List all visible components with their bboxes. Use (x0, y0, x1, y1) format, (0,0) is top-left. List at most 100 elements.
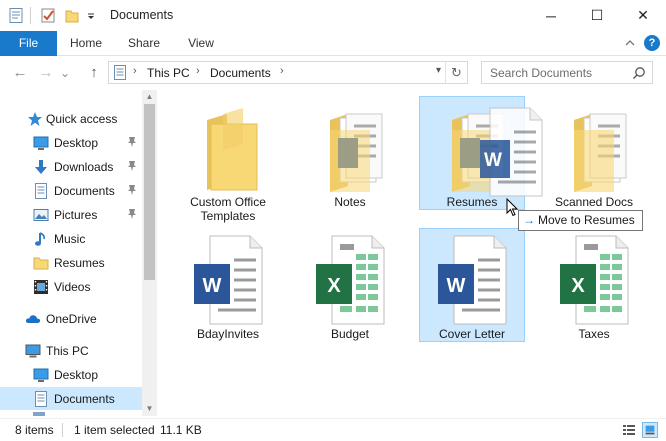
minimize-button[interactable]: ─ (528, 0, 574, 31)
sidebar-item-onedrive[interactable]: OneDrive (0, 307, 142, 330)
breadcrumb-this-pc[interactable]: This PC (147, 66, 190, 80)
refresh-button[interactable]: ↻ (445, 62, 467, 83)
pin-icon[interactable] (126, 160, 138, 172)
sidebar-item-this-pc[interactable]: This PC (0, 339, 142, 362)
svg-text:X: X (327, 275, 341, 297)
new-folder-icon[interactable] (65, 8, 79, 23)
expand-ribbon-icon[interactable] (624, 36, 636, 50)
large-icons-view-icon[interactable] (642, 422, 658, 438)
search-icon[interactable] (632, 66, 646, 80)
scroll-up-icon[interactable]: ▲ (142, 90, 157, 104)
file-item-taxes[interactable]: X Taxes (541, 229, 647, 343)
file-item-cover-letter[interactable]: W Cover Letter (419, 228, 525, 342)
back-button[interactable]: ← (10, 63, 30, 83)
excel-spreadsheet-icon: X (560, 235, 629, 325)
checkmark-icon[interactable] (41, 8, 55, 23)
folder-icon (207, 108, 258, 191)
breadcrumb-separator-icon[interactable]: › (133, 65, 137, 77)
svg-text:W: W (203, 275, 222, 297)
sidebar-item-label: Documents (54, 392, 115, 406)
scrollbar-thumb[interactable] (144, 104, 155, 280)
file-item-scanned-docs[interactable]: Scanned Docs (541, 97, 647, 211)
selection-size: 11.1 KB (160, 423, 202, 437)
recent-locations-button[interactable]: ⌄ (58, 63, 72, 83)
sidebar-item-label: OneDrive (46, 312, 97, 326)
sidebar-item-quick-access[interactable]: Quick access (0, 107, 142, 130)
status-separator (62, 423, 63, 437)
pin-icon[interactable] (126, 208, 138, 220)
folder-with-word-icon (330, 113, 383, 192)
svg-text:W: W (484, 150, 502, 171)
sidebar-item-label: Music (54, 232, 86, 246)
search-input[interactable]: Search Documents (490, 66, 592, 80)
drag-preview-word-icon: W (480, 107, 543, 197)
tooltip-text: Move to Resumes (538, 213, 635, 227)
star-icon (28, 112, 42, 126)
file-item-custom-office-templates[interactable]: Custom Office Templates (175, 97, 281, 223)
sidebar-item-label: Documents (54, 184, 115, 198)
folder-icon (33, 257, 49, 270)
title-bar: Documents ─ ☐ ✕ (0, 0, 666, 31)
file-item-notes[interactable]: Notes (297, 97, 403, 211)
file-item-bdayinvites[interactable]: W BdayInvites (175, 229, 281, 343)
documents-icon (35, 391, 47, 407)
tab-share[interactable]: Share (120, 31, 168, 56)
documents-icon (35, 183, 47, 199)
help-button[interactable]: ? (644, 35, 660, 51)
sidebar-item-label: Quick access (46, 112, 118, 126)
maximize-button[interactable]: ☐ (574, 0, 620, 31)
file-name: Taxes (578, 327, 610, 341)
chevron-down-icon[interactable]: ▾ (436, 65, 441, 76)
breadcrumb-separator-icon[interactable]: › (196, 65, 200, 77)
pictures-icon (33, 209, 49, 221)
item-count: 8 items (15, 423, 54, 437)
file-item-budget[interactable]: X Budget (297, 229, 403, 343)
sidebar-item-downloads[interactable]: Downloads (0, 155, 142, 178)
ribbon-tabs: File Home Share View ? (0, 31, 666, 56)
sidebar-item-desktop[interactable]: Desktop (0, 131, 142, 154)
sidebar-item-videos[interactable]: Videos (0, 275, 142, 298)
customize-dropdown-icon[interactable] (86, 8, 96, 23)
word-document-icon: W (438, 235, 507, 325)
navigation-bar: ← → ⌄ ↑ › This PC › Documents › ▾ ↻ Sear… (0, 56, 666, 88)
sidebar-item-music[interactable]: Music (0, 227, 142, 250)
search-box[interactable]: Search Documents (481, 61, 653, 84)
move-arrow-icon: → (523, 213, 535, 227)
up-button[interactable]: ↑ (84, 63, 104, 83)
sidebar-item-label: Pictures (54, 208, 98, 222)
word-document-icon: W (194, 235, 263, 325)
sidebar-item-label: This PC (46, 344, 89, 358)
scroll-down-icon[interactable]: ▼ (142, 402, 157, 416)
sidebar-item-label: Downloads (54, 160, 114, 174)
svg-text:W: W (447, 275, 466, 297)
tab-view[interactable]: View (177, 31, 225, 56)
tab-home[interactable]: Home (62, 31, 110, 56)
sidebar-item-label: Videos (54, 280, 91, 294)
pin-icon[interactable] (126, 184, 138, 196)
sidebar-item-label: Resumes (54, 256, 105, 270)
music-icon (35, 232, 45, 246)
forward-button[interactable]: → (36, 63, 56, 83)
folder-with-docs-icon (574, 113, 627, 192)
sidebar-item-resumes[interactable]: Resumes (0, 251, 142, 274)
documents-icon (114, 65, 126, 80)
file-name: Notes (334, 195, 366, 209)
drag-tooltip: → Move to Resumes (518, 210, 643, 231)
sidebar-item-documents-pc[interactable]: Documents (0, 387, 142, 410)
properties-icon[interactable] (9, 8, 23, 23)
sidebar-item-desktop-pc[interactable]: Desktop (0, 363, 142, 386)
sidebar-item-pictures[interactable]: Pictures (0, 203, 142, 226)
breadcrumb-separator-icon[interactable]: › (280, 65, 284, 77)
excel-spreadsheet-icon: X (316, 235, 385, 325)
status-bar: 8 items 1 item selected 11.1 KB (0, 418, 666, 441)
details-view-icon[interactable] (621, 422, 637, 438)
breadcrumb-documents[interactable]: Documents (210, 66, 271, 80)
toolbar-separator (30, 7, 31, 24)
tab-file[interactable]: File (0, 31, 57, 56)
sidebar-item-documents[interactable]: Documents (0, 179, 142, 202)
address-bar[interactable]: › This PC › Documents › ▾ ↻ (108, 61, 468, 84)
cloud-icon (25, 315, 41, 323)
selection-count: 1 item selected (74, 423, 155, 437)
pin-icon[interactable] (126, 136, 138, 148)
close-button[interactable]: ✕ (620, 0, 666, 31)
